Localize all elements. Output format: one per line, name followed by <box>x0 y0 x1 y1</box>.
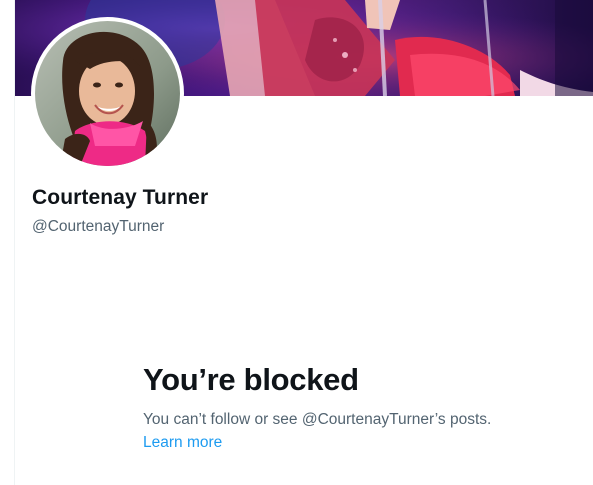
profile-page: Courtenay Turner @CourtenayTurner You’re… <box>0 0 593 485</box>
profile-display-name: Courtenay Turner <box>32 186 209 209</box>
profile-handle: @CourtenayTurner <box>32 218 165 235</box>
blocked-heading: You’re blocked <box>143 362 359 397</box>
blocked-message: You can’t follow or see @CourtenayTurner… <box>143 411 492 428</box>
avatar-photo <box>35 21 180 166</box>
profile-avatar[interactable] <box>31 17 184 170</box>
learn-more-link[interactable]: Learn more <box>143 434 222 452</box>
